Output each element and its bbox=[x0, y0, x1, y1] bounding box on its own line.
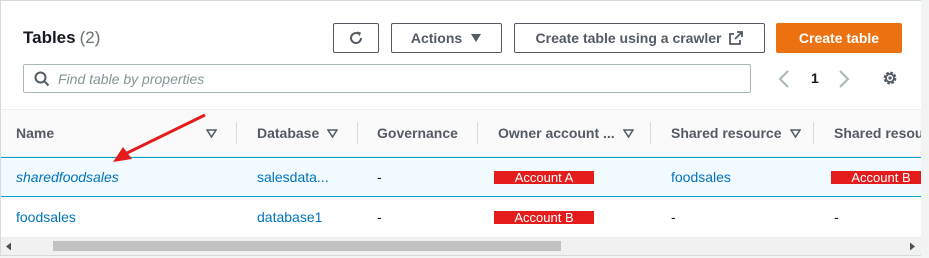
column-divider[interactable] bbox=[357, 122, 358, 144]
account-annotation: Account B bbox=[831, 170, 921, 184]
sort-caret-icon[interactable] bbox=[206, 129, 217, 138]
cell-shared-resource-owner: Account B bbox=[831, 158, 921, 196]
table-name-link[interactable]: sharedfoodsales bbox=[16, 169, 119, 185]
column-header-owner-account[interactable]: Owner account ... bbox=[498, 110, 648, 156]
cell-name: foodsales bbox=[16, 198, 76, 236]
shared-resource-link[interactable]: foodsales bbox=[671, 169, 731, 185]
column-header-governance[interactable]: Governance bbox=[377, 110, 477, 156]
horizontal-scrollbar[interactable] bbox=[1, 238, 921, 255]
tables-panel: Tables (2) Actions Create table using a c… bbox=[0, 0, 921, 256]
table-header: Name Database Governance Owner account .… bbox=[1, 109, 921, 157]
column-divider[interactable] bbox=[813, 122, 814, 144]
column-label: Database bbox=[257, 125, 320, 141]
title-text: Tables bbox=[23, 28, 76, 47]
column-header-shared-resource-owner[interactable]: Shared resou bbox=[834, 110, 921, 156]
cell-shared-resource: - bbox=[671, 209, 676, 225]
table-count: (2) bbox=[79, 28, 101, 47]
sort-caret-icon bbox=[622, 128, 634, 138]
search-input[interactable] bbox=[56, 69, 720, 88]
table-row[interactable]: foodsales database1 - Account B - - bbox=[1, 198, 921, 238]
actions-button[interactable]: Actions bbox=[391, 23, 502, 53]
column-divider[interactable] bbox=[650, 122, 651, 144]
scroll-left-icon[interactable] bbox=[5, 242, 13, 251]
refresh-button[interactable] bbox=[333, 23, 379, 53]
column-label: Owner account ... bbox=[498, 125, 615, 141]
column-label: Shared resource bbox=[671, 125, 782, 141]
cell-governance: - bbox=[377, 209, 382, 225]
external-link-icon bbox=[729, 31, 744, 45]
cell-shared-resource-owner: - bbox=[834, 209, 839, 225]
cell-name: sharedfoodsales bbox=[16, 158, 119, 196]
scroll-right-icon[interactable] bbox=[908, 242, 916, 251]
cell-owner-account: Account A bbox=[494, 158, 594, 196]
column-divider[interactable] bbox=[477, 122, 478, 144]
column-header-database[interactable]: Database bbox=[257, 110, 357, 156]
cell-governance: - bbox=[377, 169, 382, 185]
cell-database: salesdata... bbox=[257, 158, 329, 196]
account-annotation: Account B bbox=[494, 210, 594, 224]
table-name-link[interactable]: foodsales bbox=[16, 209, 76, 225]
actions-label: Actions bbox=[410, 30, 463, 46]
scroll-thumb[interactable] bbox=[53, 241, 561, 251]
table-row[interactable]: sharedfoodsales salesdata... - Account A… bbox=[1, 157, 921, 197]
create-table-button[interactable]: Create table bbox=[776, 23, 902, 53]
column-divider[interactable] bbox=[236, 122, 237, 144]
cell-shared-resource: foodsales bbox=[671, 158, 731, 196]
create-table-crawler-button[interactable]: Create table using a crawler bbox=[514, 23, 765, 53]
search-field[interactable] bbox=[23, 64, 751, 93]
caret-down-icon bbox=[471, 34, 482, 42]
create-table-label: Create table bbox=[798, 30, 880, 46]
column-header-name[interactable]: Name bbox=[16, 110, 221, 156]
crawler-label: Create table using a crawler bbox=[535, 30, 722, 46]
refresh-icon bbox=[350, 31, 363, 44]
search-icon bbox=[34, 71, 50, 86]
column-header-shared-resource[interactable]: Shared resource bbox=[671, 110, 811, 156]
database-link[interactable]: salesdata... bbox=[257, 169, 329, 185]
gear-icon[interactable] bbox=[881, 69, 899, 87]
page-title: Tables (2) bbox=[23, 28, 100, 48]
sort-caret-icon bbox=[789, 128, 801, 138]
cell-owner-account: Account B bbox=[494, 198, 594, 236]
database-link[interactable]: database1 bbox=[257, 209, 322, 225]
sort-caret-icon bbox=[327, 128, 339, 138]
chevron-left-icon[interactable] bbox=[777, 69, 791, 89]
chevron-right-icon[interactable] bbox=[837, 69, 851, 89]
column-label: Name bbox=[16, 125, 55, 141]
column-label: Shared resou bbox=[834, 125, 921, 141]
account-annotation: Account A bbox=[494, 170, 594, 184]
cell-database: database1 bbox=[257, 198, 322, 236]
page-number[interactable]: 1 bbox=[811, 70, 819, 86]
column-label: Governance bbox=[377, 125, 458, 141]
